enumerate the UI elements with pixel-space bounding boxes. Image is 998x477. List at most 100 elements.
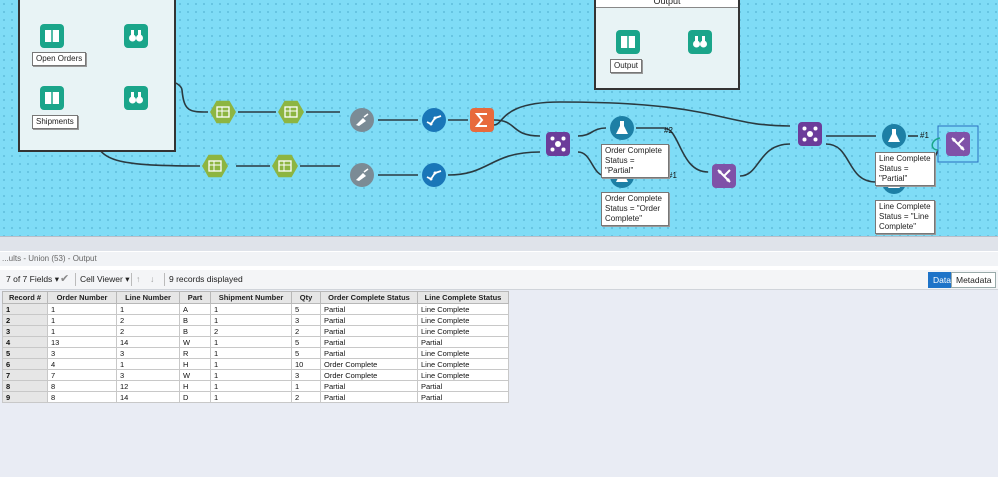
table-cell[interactable]: 12: [116, 380, 180, 392]
table-cell[interactable]: 1: [210, 336, 292, 348]
row-number-cell[interactable]: 4: [2, 336, 48, 348]
table-cell[interactable]: Partial: [320, 314, 418, 326]
table-cell[interactable]: Line Complete: [417, 358, 509, 370]
cleanse-tool-1[interactable]: [350, 108, 374, 132]
table-cell[interactable]: H: [179, 358, 211, 370]
table-cell[interactable]: Line Complete: [417, 314, 509, 326]
table-row[interactable]: 4 13 14 W 1 5 Partial Partial: [2, 336, 509, 348]
table-cell[interactable]: 7: [47, 369, 117, 381]
workflow-canvas[interactable]: Output Open Orders Shipments Output #2 #…: [0, 0, 998, 236]
summarize-tool[interactable]: [470, 108, 494, 132]
row-number-cell[interactable]: 8: [2, 380, 48, 392]
col-shipment-number[interactable]: Shipment Number: [210, 291, 292, 304]
table-cell[interactable]: 14: [116, 336, 180, 348]
table-cell[interactable]: 2: [291, 325, 321, 337]
table-cell[interactable]: 1: [210, 347, 292, 359]
join-multiple-tool-1[interactable]: [546, 132, 570, 156]
table-cell[interactable]: Order Complete: [320, 369, 418, 381]
table-cell[interactable]: 10: [291, 358, 321, 370]
table-cell[interactable]: 1: [210, 314, 292, 326]
table-cell[interactable]: 5: [291, 336, 321, 348]
row-number-cell[interactable]: 3: [2, 325, 48, 337]
table-cell[interactable]: 3: [116, 369, 180, 381]
cell-viewer-selector[interactable]: Cell Viewer ▾: [80, 273, 130, 286]
table-cell[interactable]: B: [179, 325, 211, 337]
table-cell[interactable]: 2: [210, 325, 292, 337]
row-number-cell[interactable]: 6: [2, 358, 48, 370]
table-cell[interactable]: B: [179, 314, 211, 326]
filter-tool-line-partial[interactable]: [882, 124, 906, 148]
select-tool-2[interactable]: [422, 163, 446, 187]
table-row[interactable]: 7 7 3 W 1 3 Order Complete Line Complete: [2, 369, 509, 381]
union-tool-output[interactable]: [946, 132, 970, 156]
table-cell[interactable]: 2: [291, 391, 321, 403]
row-number-cell[interactable]: 7: [2, 369, 48, 381]
fields-selector[interactable]: 7 of 7 Fields ▾: [6, 273, 59, 286]
table-cell[interactable]: W: [179, 336, 211, 348]
select-tool-1[interactable]: [422, 108, 446, 132]
table-row[interactable]: 9 8 14 D 1 2 Partial Partial: [2, 391, 509, 403]
table-cell[interactable]: Line Complete: [417, 325, 509, 337]
table-cell[interactable]: 1: [210, 303, 292, 315]
row-number-cell[interactable]: 1: [2, 303, 48, 315]
table-cell[interactable]: Partial: [320, 325, 418, 337]
table-cell[interactable]: H: [179, 380, 211, 392]
table-cell[interactable]: Partial: [320, 303, 418, 315]
table-cell[interactable]: 1: [210, 391, 292, 403]
col-line-complete-status[interactable]: Line Complete Status: [417, 291, 509, 304]
browse-tool-1[interactable]: [124, 24, 148, 48]
table-cell[interactable]: 3: [116, 347, 180, 359]
table-cell[interactable]: W: [179, 369, 211, 381]
col-record[interactable]: Record #: [2, 291, 48, 304]
table-row[interactable]: 2 1 2 B 1 3 Partial Line Complete: [2, 314, 509, 326]
table-cell[interactable]: 13: [47, 336, 117, 348]
table-cell[interactable]: 5: [291, 303, 321, 315]
input-data-tool-shipments[interactable]: [40, 86, 64, 110]
col-qty[interactable]: Qty: [291, 291, 321, 304]
table-cell[interactable]: Partial: [320, 380, 418, 392]
filter-tool-partial[interactable]: [610, 116, 634, 140]
input-data-tool-output[interactable]: [616, 30, 640, 54]
table-cell[interactable]: 3: [47, 347, 117, 359]
table-cell[interactable]: D: [179, 391, 211, 403]
table-cell[interactable]: Partial: [320, 347, 418, 359]
table-cell[interactable]: 1: [47, 314, 117, 326]
table-cell[interactable]: Line Complete: [417, 303, 509, 315]
row-number-cell[interactable]: 2: [2, 314, 48, 326]
table-cell[interactable]: 2: [116, 314, 180, 326]
table-row[interactable]: 6 4 1 H 1 10 Order Complete Line Complete: [2, 358, 509, 370]
table-cell[interactable]: 8: [47, 391, 117, 403]
tab-metadata[interactable]: Metadata: [951, 272, 997, 288]
table-cell[interactable]: Order Complete: [320, 358, 418, 370]
pane-splitter[interactable]: [0, 236, 998, 251]
table-cell[interactable]: 8: [47, 380, 117, 392]
table-cell[interactable]: Partial: [417, 380, 509, 392]
table-cell[interactable]: Partial: [320, 391, 418, 403]
table-cell[interactable]: 1: [291, 380, 321, 392]
input-container[interactable]: [18, 0, 176, 152]
browse-tool-2[interactable]: [124, 86, 148, 110]
apply-check-icon[interactable]: ✔: [60, 273, 69, 286]
table-cell[interactable]: A: [179, 303, 211, 315]
table-row[interactable]: 5 3 3 R 1 5 Partial Line Complete: [2, 347, 509, 359]
table-cell[interactable]: 2: [116, 325, 180, 337]
table-cell[interactable]: 14: [116, 391, 180, 403]
row-number-cell[interactable]: 5: [2, 347, 48, 359]
col-part[interactable]: Part: [179, 291, 211, 304]
row-number-cell[interactable]: 9: [2, 391, 48, 403]
table-cell[interactable]: 1: [116, 358, 180, 370]
table-cell[interactable]: 3: [291, 369, 321, 381]
table-cell[interactable]: 3: [291, 314, 321, 326]
table-cell[interactable]: 1: [210, 369, 292, 381]
table-cell[interactable]: Line Complete: [417, 369, 509, 381]
table-cell[interactable]: 1: [47, 325, 117, 337]
col-order-complete-status[interactable]: Order Complete Status: [320, 291, 418, 304]
table-cell[interactable]: 4: [47, 358, 117, 370]
arrow-down-icon[interactable]: ↓: [150, 273, 154, 286]
col-order-number[interactable]: Order Number: [47, 291, 117, 304]
table-cell[interactable]: 1: [116, 303, 180, 315]
table-cell[interactable]: R: [179, 347, 211, 359]
cleanse-tool-2[interactable]: [350, 163, 374, 187]
table-cell[interactable]: 1: [47, 303, 117, 315]
join-multiple-tool-2[interactable]: [798, 122, 822, 146]
